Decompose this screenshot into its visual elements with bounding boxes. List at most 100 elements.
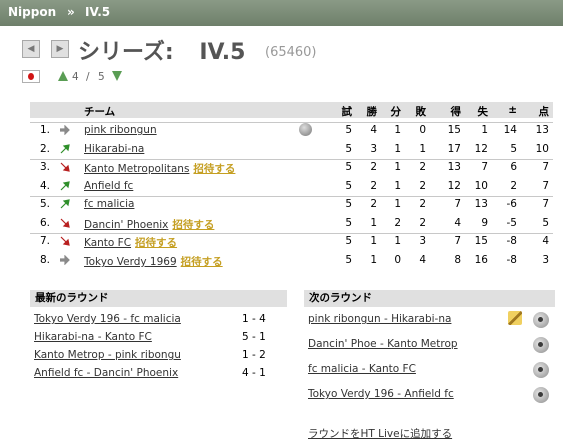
- won-cell: 4: [370, 124, 377, 136]
- lost-cell: 0: [419, 124, 426, 136]
- draw-cell: 1: [394, 235, 401, 247]
- team-cell: Dancin' Phoenix 招待する: [84, 217, 214, 232]
- lost-cell: 2: [419, 217, 426, 229]
- gf-cell: 15: [447, 124, 461, 136]
- ht-live-icon[interactable]: [533, 362, 549, 378]
- row-separator: [30, 159, 553, 160]
- invite-link[interactable]: 招待する: [193, 163, 235, 175]
- gf-cell: 7: [454, 235, 461, 247]
- level-separator: /: [86, 71, 90, 83]
- won-cell: 1: [370, 217, 377, 229]
- latest-round-header: 最新のラウンド: [30, 290, 287, 307]
- prev-series-button[interactable]: ◀: [22, 40, 40, 58]
- draw-cell: 1: [394, 180, 401, 192]
- ht-live-icon[interactable]: [533, 387, 549, 403]
- invite-link[interactable]: 招待する: [172, 219, 214, 231]
- level-down-icon[interactable]: [112, 71, 122, 81]
- next-series-button[interactable]: ▶: [51, 40, 69, 58]
- invite-link[interactable]: 招待する: [135, 237, 177, 249]
- row-position: 7.: [39, 235, 50, 247]
- team-cell: fc malicia: [84, 198, 134, 210]
- user-supporter-icon[interactable]: [299, 123, 312, 136]
- pts-cell: 7: [542, 198, 549, 210]
- edit-pencil-icon[interactable]: [508, 311, 522, 325]
- draw-cell: 1: [394, 143, 401, 155]
- trend-down-icon: [60, 236, 70, 246]
- next-match-link[interactable]: pink ribongun - Hikarabi-na: [308, 313, 451, 325]
- level-total: 5: [98, 71, 105, 83]
- gf-cell: 4: [454, 217, 461, 229]
- latest-match-link[interactable]: Hikarabi-na - Kanto FC: [34, 331, 152, 343]
- ht-live-icon[interactable]: [533, 312, 549, 328]
- won-column-header: 勝: [366, 106, 378, 118]
- row-position: 4.: [39, 180, 50, 192]
- breadcrumb: Nippon » IV.5: [0, 0, 563, 26]
- invite-link[interactable]: 招待する: [181, 256, 223, 268]
- latest-match-link[interactable]: Kanto Metrop - pink ribongu: [34, 349, 181, 361]
- team-link[interactable]: Tokyo Verdy 1969: [84, 256, 177, 268]
- gf-cell: 12: [447, 180, 461, 192]
- level-up-icon[interactable]: [58, 71, 68, 81]
- draw-cell: 1: [394, 161, 401, 173]
- diff-cell: -8: [506, 254, 517, 266]
- trend-same-icon: [60, 125, 70, 135]
- pts-cell: 4: [542, 235, 549, 247]
- add-to-ht-live-link[interactable]: ラウンドをHT Liveに追加する: [308, 426, 452, 441]
- ga-column-header: 失: [477, 106, 489, 118]
- ga-cell: 10: [474, 180, 488, 192]
- won-cell: 1: [370, 254, 377, 266]
- page-title: シリーズ: IV.5: [78, 34, 245, 66]
- team-link[interactable]: pink ribongun: [84, 124, 157, 136]
- latest-match-score: 4 - 1: [242, 367, 266, 379]
- ga-cell: 1: [481, 124, 488, 136]
- row-position: 8.: [39, 254, 50, 266]
- lost-column-header: 敗: [415, 106, 427, 118]
- next-match-link[interactable]: Tokyo Verdy 196 - Anfield fc: [308, 388, 454, 400]
- team-link[interactable]: Kanto Metropolitans: [84, 163, 189, 175]
- next-match-link[interactable]: fc malicia - Kanto FC: [308, 363, 416, 375]
- diff-cell: -5: [506, 217, 517, 229]
- team-cell: Kanto FC 招待する: [84, 235, 177, 250]
- ga-cell: 7: [481, 161, 488, 173]
- played-cell: 5: [345, 254, 352, 266]
- ht-live-icon[interactable]: [533, 337, 549, 353]
- japan-flag-icon[interactable]: [22, 70, 40, 83]
- trend-down-icon: [60, 218, 70, 228]
- row-position: 5.: [39, 198, 50, 210]
- team-link[interactable]: Kanto FC: [84, 237, 131, 249]
- latest-match-score: 1 - 2: [242, 349, 266, 361]
- trend-up-icon: [60, 181, 70, 191]
- level-current: 4: [72, 71, 79, 83]
- breadcrumb-current: IV.5: [85, 5, 111, 19]
- trend-down-icon: [60, 162, 70, 172]
- played-cell: 5: [345, 217, 352, 229]
- pts-cell: 13: [535, 124, 549, 136]
- pts-cell: 5: [542, 217, 549, 229]
- played-cell: 5: [345, 235, 352, 247]
- trend-same-icon: [60, 255, 70, 265]
- won-cell: 2: [370, 198, 377, 210]
- lost-cell: 2: [419, 198, 426, 210]
- latest-match-link[interactable]: Anfield fc - Dancin' Phoenix: [34, 367, 178, 379]
- pts-cell: 7: [542, 180, 549, 192]
- team-column-header: チーム: [84, 106, 116, 118]
- team-link[interactable]: Anfield fc: [84, 180, 133, 192]
- team-link[interactable]: fc malicia: [84, 198, 134, 210]
- row-position: 1.: [39, 124, 50, 136]
- row-position: 2.: [39, 143, 50, 155]
- row-position: 3.: [39, 161, 50, 173]
- played-cell: 5: [345, 161, 352, 173]
- latest-match-score: 1 - 4: [242, 313, 266, 325]
- latest-match-link[interactable]: Tokyo Verdy 196 - fc malicia: [34, 313, 181, 325]
- next-match-link[interactable]: Dancin' Phoe - Kanto Metrop: [308, 338, 458, 350]
- team-link[interactable]: Dancin' Phoenix: [84, 219, 168, 231]
- team-link[interactable]: Hikarabi-na: [84, 143, 144, 155]
- series-name: IV.5: [199, 40, 246, 65]
- row-separator: [30, 122, 553, 123]
- series-id: (65460): [265, 45, 317, 60]
- breadcrumb-root[interactable]: Nippon: [8, 5, 56, 19]
- pts-column-header: 点: [538, 106, 550, 118]
- ga-cell: 13: [474, 198, 488, 210]
- diff-cell: 5: [510, 143, 517, 155]
- diff-cell: -6: [506, 198, 517, 210]
